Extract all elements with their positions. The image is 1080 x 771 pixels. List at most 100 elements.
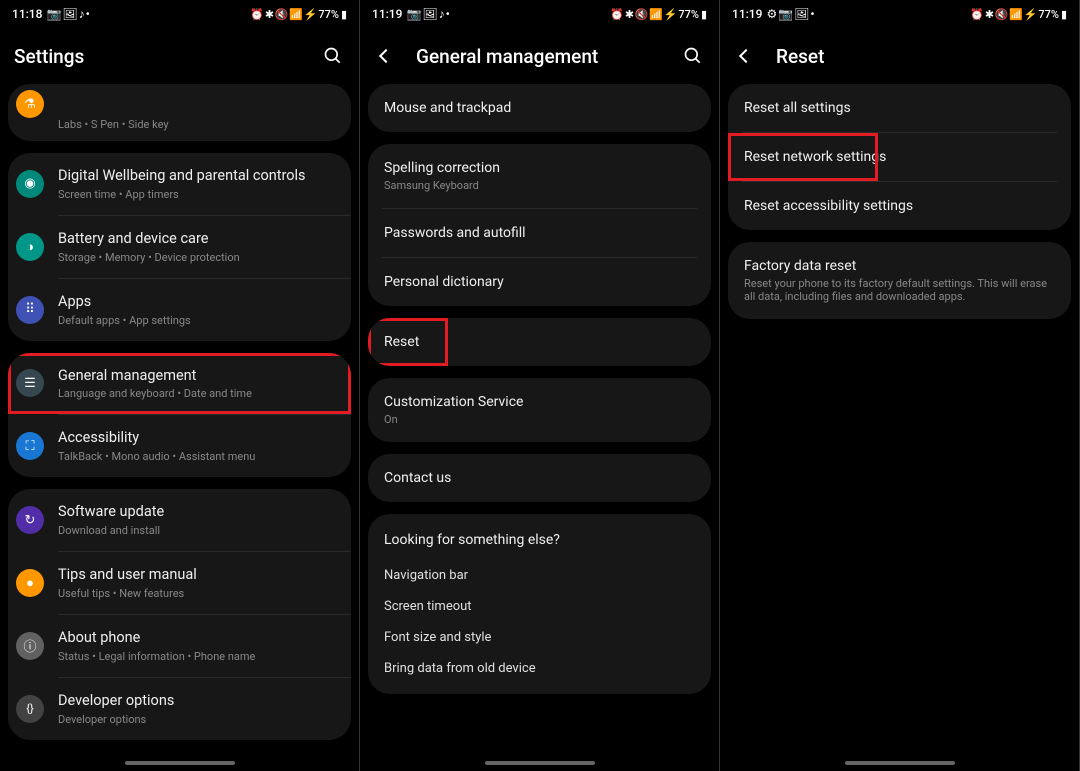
wellbeing-icon: ◉ — [16, 170, 44, 198]
item-reset[interactable]: Reset — [368, 318, 711, 366]
settings-group: Mouse and trackpad — [368, 84, 711, 132]
header: Settings — [0, 28, 359, 84]
item-title: Factory data reset — [744, 258, 1055, 274]
item-sub: Developer options — [58, 713, 343, 726]
item-customization[interactable]: Customization Service On — [368, 378, 711, 442]
item-sub: Labs • S Pen • Side key — [58, 118, 343, 131]
battery-icon: ◑ — [16, 233, 44, 261]
settings-group: Reset — [368, 318, 711, 366]
settings-item-apps[interactable]: ⠿ Apps Default apps • App settings — [8, 279, 351, 341]
header: Reset — [720, 28, 1079, 84]
item-sub: Status • Legal information • Phone name — [58, 650, 343, 663]
item-title: Mouse and trackpad — [384, 100, 695, 116]
item-reset-all[interactable]: Reset all settings — [728, 84, 1071, 132]
status-left-icons: 📷 🖼 ♪ • — [406, 7, 448, 21]
statusbar: 11:19 📷 🖼 ♪ • ⏰ ✱ 🔇 📶 ⚡ 77% ▮ — [360, 0, 719, 28]
nav-handle[interactable] — [845, 761, 955, 765]
header: General management — [360, 28, 719, 84]
about-icon: ⓘ — [16, 632, 44, 660]
settings-item-wellbeing[interactable]: ◉ Digital Wellbeing and parental control… — [8, 153, 351, 215]
settings-item-advanced[interactable]: ⚗ Labs • S Pen • Side key — [8, 84, 351, 141]
settings-group: Customization Service On — [368, 378, 711, 442]
screen-reset: 11:19 ⚙ 📷 🖼 • ⏰ ✱ 🔇 📶 ⚡ 77% ▮ Reset Rese… — [720, 0, 1080, 771]
tips-icon: ● — [16, 569, 44, 597]
settings-item-tips[interactable]: ● Tips and user manual Useful tips • New… — [8, 552, 351, 614]
page-title: Settings — [14, 45, 321, 68]
item-sub: Storage • Memory • Device protection — [58, 251, 343, 264]
item-title: Spelling correction — [384, 160, 695, 176]
nav-handle[interactable] — [125, 761, 235, 765]
settings-group: Factory data reset Reset your phone to i… — [728, 242, 1071, 319]
item-contact-us[interactable]: Contact us — [368, 454, 711, 502]
item-title: Passwords and autofill — [384, 225, 695, 241]
settings-group: ↻ Software update Download and install ●… — [8, 489, 351, 739]
developer-icon: {} — [16, 695, 44, 723]
looking-for-card: Looking for something else? Navigation b… — [368, 514, 711, 694]
page-title: General management — [416, 45, 681, 68]
link-font[interactable]: Font size and style — [368, 622, 711, 653]
settings-item-accessibility[interactable]: ⛶ Accessibility TalkBack • Mono audio • … — [8, 415, 351, 477]
item-title: Reset accessibility settings — [744, 198, 1055, 214]
settings-group: ⚗ Labs • S Pen • Side key — [8, 84, 351, 141]
item-passwords[interactable]: Passwords and autofill — [368, 209, 711, 257]
software-icon: ↻ — [16, 506, 44, 534]
settings-group: Spelling correction Samsung Keyboard Pas… — [368, 144, 711, 306]
settings-group: ☰ General management Language and keyboa… — [8, 353, 351, 478]
link-screen-timeout[interactable]: Screen timeout — [368, 591, 711, 622]
settings-group: Contact us — [368, 454, 711, 502]
back-button[interactable] — [374, 44, 398, 68]
settings-group: ◉ Digital Wellbeing and parental control… — [8, 153, 351, 341]
battery-icon: ▮ — [341, 8, 347, 21]
item-title: Software update — [58, 503, 343, 522]
looking-heading: Looking for something else? — [368, 514, 711, 560]
reset-list: Reset all settings Reset network setting… — [720, 84, 1079, 771]
item-title: Contact us — [384, 470, 695, 486]
item-sub: On — [384, 413, 695, 426]
status-time: 11:19 — [732, 7, 762, 21]
labs-icon: ⚗ — [16, 90, 44, 118]
status-battery: 77% — [318, 8, 339, 21]
item-sub: TalkBack • Mono audio • Assistant menu — [58, 450, 343, 463]
item-sub: Samsung Keyboard — [384, 179, 695, 192]
item-title: Personal dictionary — [384, 274, 695, 290]
nav-handle[interactable] — [485, 761, 595, 765]
chevron-left-icon — [379, 49, 393, 63]
chevron-left-icon — [739, 49, 753, 63]
item-title: Tips and user manual — [58, 566, 343, 585]
link-bring-data[interactable]: Bring data from old device — [368, 653, 711, 684]
back-button[interactable] — [734, 44, 758, 68]
item-spelling[interactable]: Spelling correction Samsung Keyboard — [368, 144, 711, 208]
item-title: Customization Service — [384, 394, 695, 410]
item-title: Accessibility — [58, 429, 343, 448]
settings-item-battery[interactable]: ◑ Battery and device care Storage • Memo… — [8, 216, 351, 278]
status-left-icons: 📷 🖼 ♪ • — [46, 7, 88, 21]
item-sub: Language and keyboard • Date and time — [58, 387, 343, 400]
settings-item-about-phone[interactable]: ⓘ About phone Status • Legal information… — [8, 615, 351, 677]
item-reset-accessibility[interactable]: Reset accessibility settings — [728, 182, 1071, 230]
item-reset-network[interactable]: Reset network settings — [728, 133, 1071, 181]
statusbar: 11:18 📷 🖼 ♪ • ⏰ ✱ 🔇 📶 ⚡ 77% ▮ — [0, 0, 359, 28]
settings-item-general-management[interactable]: ☰ General management Language and keyboa… — [8, 353, 351, 415]
apps-icon: ⠿ — [16, 296, 44, 324]
settings-group: Reset all settings Reset network setting… — [728, 84, 1071, 230]
battery-icon: ▮ — [701, 8, 707, 21]
item-mouse-trackpad[interactable]: Mouse and trackpad — [368, 84, 711, 132]
item-dictionary[interactable]: Personal dictionary — [368, 258, 711, 306]
item-factory-reset[interactable]: Factory data reset Reset your phone to i… — [728, 242, 1071, 319]
status-right-icons: ⏰ ✱ 🔇 📶 ⚡ — [610, 8, 676, 21]
settings-list: ⚗ Labs • S Pen • Side key ◉ Digital Well… — [0, 84, 359, 771]
item-title: Digital Wellbeing and parental controls — [58, 167, 343, 186]
page-title: Reset — [776, 45, 1065, 68]
status-right-icons: ⏰ ✱ 🔇 📶 ⚡ — [250, 8, 316, 21]
status-battery: 77% — [678, 8, 699, 21]
settings-item-software-update[interactable]: ↻ Software update Download and install — [8, 489, 351, 551]
general-icon: ☰ — [16, 369, 44, 397]
item-sub: Reset your phone to its factory default … — [744, 277, 1055, 303]
status-time: 11:18 — [12, 7, 42, 21]
search-button[interactable] — [681, 44, 705, 68]
link-navbar[interactable]: Navigation bar — [368, 560, 711, 591]
item-sub: Default apps • App settings — [58, 314, 343, 327]
settings-item-developer-options[interactable]: {} Developer options Developer options — [8, 678, 351, 740]
search-icon — [323, 46, 343, 66]
search-button[interactable] — [321, 44, 345, 68]
